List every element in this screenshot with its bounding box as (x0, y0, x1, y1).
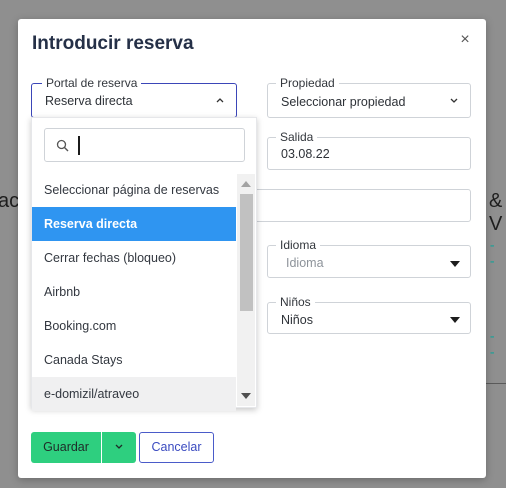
children-label: Niños (276, 296, 315, 309)
language-label: Idioma (276, 239, 321, 252)
search-icon (56, 139, 69, 152)
chevron-down-icon (450, 98, 458, 106)
caret-down-icon (450, 261, 460, 267)
booking-portal-dropdown: Seleccionar página de reservas Reserva d… (31, 117, 257, 411)
children-value: Niños (281, 313, 313, 327)
background-text-left: ac (0, 190, 20, 212)
children-select[interactable]: Niños Niños (267, 296, 471, 334)
dropdown-option-selected[interactable]: Reserva directa (32, 207, 236, 241)
dropdown-option-hovered[interactable]: e-domizil/atraveo (32, 377, 236, 411)
close-icon[interactable]: × (458, 32, 472, 48)
booking-portal-select[interactable]: Portal de reserva Reserva directa (31, 77, 237, 118)
background-dash-top: - - (488, 238, 498, 270)
dropdown-option[interactable]: Airbnb (32, 275, 236, 309)
scrollbar-thumb[interactable] (240, 194, 253, 311)
text-cursor (78, 136, 80, 155)
dropdown-option-list: Seleccionar página de reservas Reserva d… (32, 173, 236, 411)
chevron-up-icon (216, 97, 224, 105)
scroll-up-arrow-icon[interactable] (241, 181, 251, 187)
reservation-modal: Introducir reserva × Portal de reserva R… (18, 19, 486, 478)
modal-title: Introducir reserva (32, 33, 194, 54)
background-text-right: & V (489, 190, 503, 235)
departure-value: 03.08.22 (281, 147, 330, 161)
save-options-button[interactable] (102, 432, 136, 463)
scroll-down-arrow-icon[interactable] (241, 393, 251, 399)
departure-label: Salida (276, 131, 318, 144)
booking-portal-label: Portal de reserva (42, 77, 142, 90)
chevron-down-icon (115, 444, 123, 449)
property-select[interactable]: Propiedad Seleccionar propiedad (267, 77, 471, 118)
background-divider (486, 383, 506, 384)
dropdown-search-box[interactable] (44, 128, 245, 162)
dropdown-option[interactable]: Canada Stays (32, 343, 236, 377)
caret-down-icon (450, 317, 460, 323)
dropdown-option[interactable]: Cerrar fechas (bloqueo) (32, 241, 236, 275)
property-value: Seleccionar propiedad (281, 95, 406, 109)
partially-hidden-field[interactable] (238, 189, 471, 222)
language-select[interactable]: Idioma Idioma (267, 239, 471, 278)
dropdown-option[interactable]: Booking.com (32, 309, 236, 343)
cancel-button[interactable]: Cancelar (139, 432, 214, 463)
save-button[interactable]: Guardar (31, 432, 101, 463)
booking-portal-value: Reserva directa (45, 94, 133, 108)
dropdown-scrollbar[interactable] (237, 174, 255, 406)
background-dash-bottom: - - (488, 329, 498, 361)
dropdown-option[interactable]: Seleccionar página de reservas (32, 173, 236, 207)
dropdown-search-input[interactable] (85, 134, 235, 156)
property-label: Propiedad (276, 77, 339, 90)
language-placeholder: Idioma (286, 256, 324, 270)
departure-date-field[interactable]: Salida 03.08.22 (267, 131, 471, 170)
